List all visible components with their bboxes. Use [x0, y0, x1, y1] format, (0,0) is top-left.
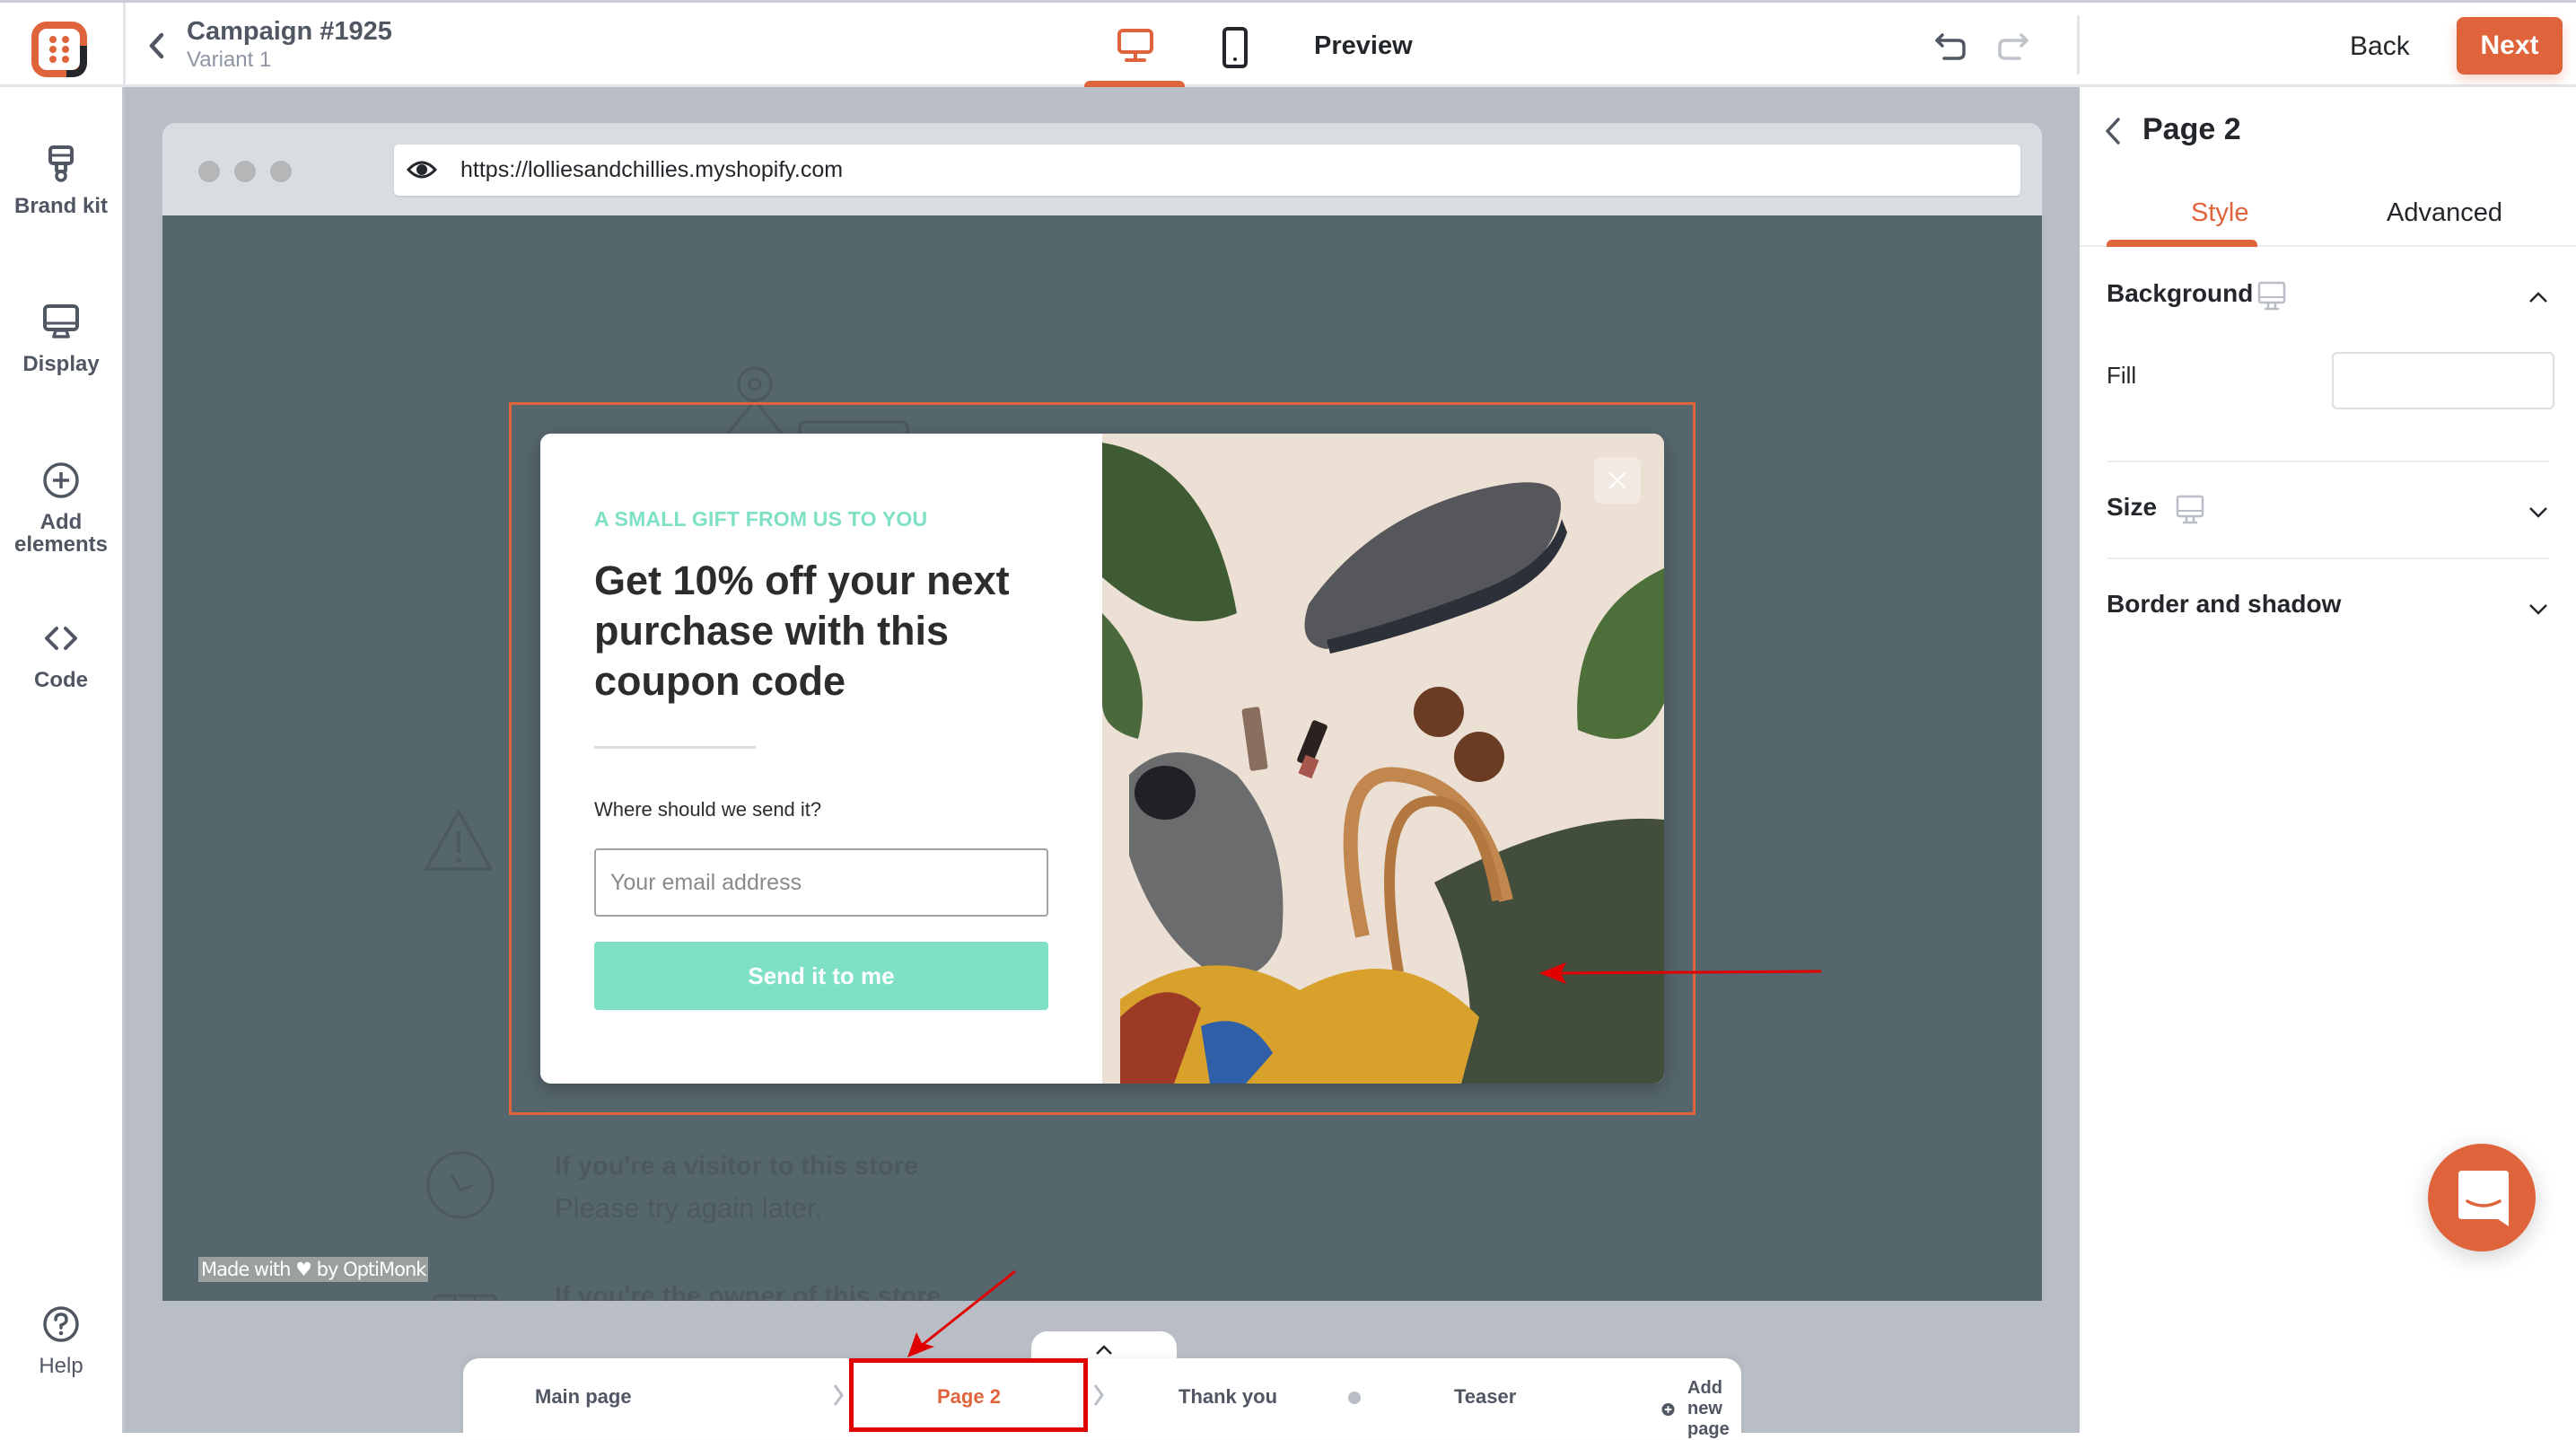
popup-divider: [594, 746, 756, 749]
popup[interactable]: A SMALL GIFT FROM US TO YOU Get 10% off …: [540, 434, 1664, 1084]
chevron-right-icon: [833, 1384, 844, 1406]
store-icon: [433, 1294, 497, 1301]
campaign-title: Campaign #1925: [187, 17, 392, 46]
back-button[interactable]: Back: [2350, 31, 2410, 62]
left-sidebar: Brand kit Display Add elements Code Help: [0, 87, 125, 1433]
paint-roller-icon: [48, 145, 74, 182]
sidebar-item-label: Add elements: [13, 510, 109, 557]
help-icon: [43, 1306, 79, 1342]
code-icon: [45, 627, 77, 650]
popup-headline[interactable]: Get 10% off your next purchase with this…: [594, 556, 1061, 707]
sidebar-item-label: Help: [39, 1354, 83, 1378]
chevron-up-icon[interactable]: [2528, 290, 2549, 304]
chevron-down-icon[interactable]: [2528, 505, 2549, 520]
sidebar-item-add-elements[interactable]: Add elements: [0, 461, 122, 556]
back-chevron-icon[interactable]: [2103, 116, 2123, 146]
chevron-down-icon[interactable]: [2528, 602, 2549, 617]
section-size-header[interactable]: Size: [2107, 493, 2549, 529]
chevron-right-icon: [1093, 1384, 1104, 1406]
divider: [2077, 15, 2080, 75]
section-title: Background: [2107, 279, 2254, 307]
page-tabs-bar: Main page Page 2 Thank you Teaser Add ne…: [463, 1358, 1741, 1439]
sidebar-item-label: Brand kit: [13, 194, 108, 218]
page-tab-teaser[interactable]: Teaser: [1454, 1385, 1516, 1409]
chat-support-button[interactable]: [2428, 1144, 2536, 1251]
divider: [2107, 461, 2549, 462]
window-dot: [234, 161, 256, 182]
clock-icon: [426, 1151, 495, 1219]
section-title: Border and shadow: [2107, 590, 2342, 618]
add-new-page-button[interactable]: Add new page: [1661, 1378, 1745, 1440]
made-with-optimonk-badge[interactable]: Made with ♥ by OptiMonk: [198, 1257, 429, 1282]
section-border-and-shadow-header[interactable]: Border and shadow: [2107, 590, 2549, 626]
store-visitor-text: Please try again later.: [555, 1192, 823, 1224]
variant-label: Variant 1: [187, 48, 272, 72]
next-button[interactable]: Next: [2457, 17, 2563, 75]
store-owner-title: If you're the owner of this store: [555, 1282, 942, 1301]
popup-product-image[interactable]: [1102, 434, 1664, 1084]
plus-circle-icon: [43, 462, 79, 498]
url-text: https://lolliesandchillies.myshopify.com: [460, 157, 844, 182]
product-flatlay-image: [1102, 434, 1664, 1084]
chat-icon: [2458, 1171, 2509, 1226]
sidebar-item-brand-kit[interactable]: Brand kit: [0, 145, 122, 217]
popup-question[interactable]: Where should we send it?: [594, 798, 821, 821]
optimonk-logo-icon[interactable]: [31, 21, 88, 78]
back-chevron-icon[interactable]: [144, 30, 171, 62]
desktop-icon: [2176, 495, 2204, 524]
tab-advanced[interactable]: Advanced: [2387, 198, 2502, 228]
warning-icon: [425, 810, 493, 871]
window-dot: [270, 161, 292, 182]
sidebar-item-help[interactable]: Help: [0, 1304, 122, 1377]
separator-dot: [1348, 1392, 1361, 1404]
page-tab-main-page[interactable]: Main page: [535, 1385, 632, 1409]
add-new-page-label: Add new page: [1687, 1378, 1730, 1439]
popup-kicker[interactable]: A SMALL GIFT FROM US TO YOU: [594, 507, 927, 531]
plus-circle-icon: [1661, 1402, 1675, 1416]
preview-button[interactable]: Preview: [1314, 31, 1413, 61]
annotation-arrow: [907, 1269, 1016, 1357]
mobile-icon[interactable]: [1216, 26, 1252, 69]
tab-style[interactable]: Style: [2191, 198, 2248, 228]
window-dot: [198, 161, 220, 182]
panel-title: Page 2: [2142, 112, 2241, 146]
monitor-icon: [43, 304, 79, 338]
device-desktop-button[interactable]: [1084, 3, 1185, 88]
sidebar-item-label: Display: [22, 352, 100, 376]
page-tab-thank-you[interactable]: Thank you: [1178, 1385, 1277, 1409]
page-tab-page-2[interactable]: Page 2: [937, 1385, 1001, 1409]
redo-icon[interactable]: [1994, 31, 2030, 62]
active-tab-underline: [2107, 240, 2257, 247]
sidebar-item-code[interactable]: Code: [0, 619, 122, 691]
fill-label: Fill: [2107, 362, 2137, 389]
email-input[interactable]: [594, 848, 1048, 917]
editor-canvas: https://lolliesandchillies.myshopify.com…: [125, 87, 2080, 1439]
desktop-icon: [2257, 281, 2286, 311]
sidebar-item-label: Code: [34, 668, 88, 692]
section-background-header[interactable]: Background: [2107, 279, 2549, 315]
url-bar: https://lolliesandchillies.myshopify.com: [394, 145, 2020, 196]
chevron-up-icon: [1096, 1345, 1112, 1355]
top-bar: Campaign #1925 Variant 1 Preview Back Ne…: [0, 0, 2576, 90]
popup-content: A SMALL GIFT FROM US TO YOU Get 10% off …: [540, 434, 1102, 1084]
eye-icon: [407, 161, 437, 179]
send-it-to-me-button[interactable]: Send it to me: [594, 942, 1048, 1010]
browser-preview-frame: https://lolliesandchillies.myshopify.com…: [162, 123, 2042, 1301]
close-icon: [1608, 471, 1626, 489]
section-title: Size: [2107, 493, 2158, 521]
annotation-arrow: [1539, 962, 1822, 984]
store-visitor-title: If you're a visitor to this store: [555, 1152, 918, 1181]
undo-icon[interactable]: [1933, 31, 1969, 62]
sidebar-item-display[interactable]: Display: [0, 303, 122, 375]
fill-color-picker[interactable]: [2332, 352, 2554, 409]
divider: [2107, 558, 2549, 559]
divider: [123, 3, 126, 90]
popup-close-button[interactable]: [1594, 457, 1641, 504]
panel-tabs: Style Advanced: [2080, 182, 2576, 247]
store-page-background: If you're a visitor to this store Please…: [162, 215, 2042, 1301]
desktop-icon: [1117, 29, 1153, 62]
